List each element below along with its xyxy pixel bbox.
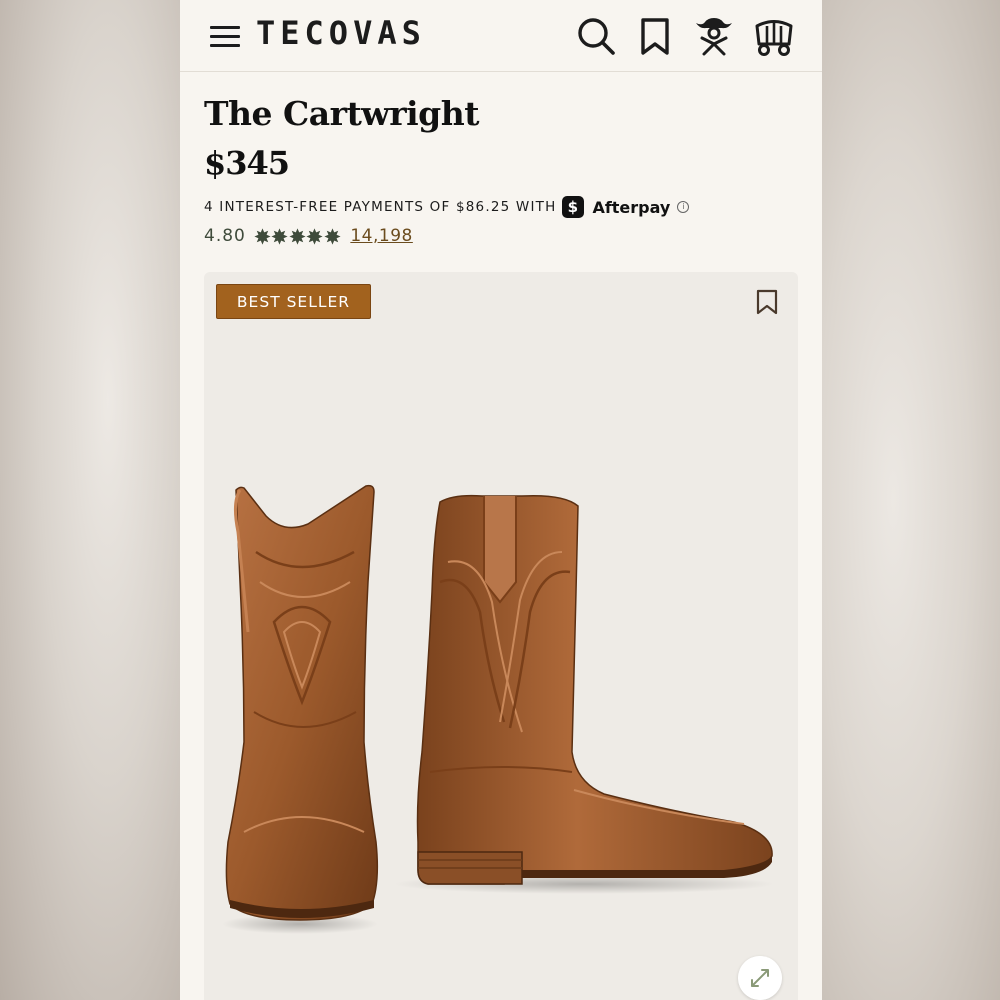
best-seller-badge: BEST SELLER — [216, 284, 371, 319]
search-icon[interactable] — [574, 14, 618, 58]
site-header: TECOVAS — [180, 0, 822, 72]
star-icon — [289, 227, 306, 245]
product-price: $345 — [204, 144, 290, 182]
brand-logo[interactable]: TECOVAS — [256, 14, 426, 52]
afterpay-message: 4 INTEREST-FREE PAYMENTS OF $86.25 WITH … — [204, 196, 690, 218]
review-count-link[interactable]: 14,198 — [350, 226, 412, 246]
boots-product-image — [222, 484, 774, 934]
product-image-gallery[interactable]: BEST SELLER — [204, 272, 798, 1000]
star-icon — [306, 227, 323, 245]
blurred-background-left — [0, 0, 180, 1000]
side-boot — [394, 494, 774, 894]
star-icon — [254, 227, 271, 245]
product-page: TECOVAS The Cartwright $345 4 INTEREST-F… — [180, 0, 822, 1000]
front-boot — [222, 484, 379, 934]
product-title: The Cartwright — [204, 94, 479, 133]
bookmark-icon[interactable] — [754, 288, 780, 316]
rating-row: 4.80 14,198 — [204, 224, 413, 248]
payments-text: 4 INTEREST-FREE PAYMENTS OF $86.25 WITH — [204, 199, 557, 215]
blurred-background-right — [822, 0, 1000, 1000]
rating-value: 4.80 — [204, 226, 246, 246]
account-icon[interactable] — [692, 14, 736, 58]
afterpay-logo-icon: $ — [562, 196, 585, 218]
cart-wagon-icon[interactable] — [752, 14, 796, 58]
afterpay-label: Afterpay — [592, 197, 671, 217]
bookmark-icon[interactable] — [634, 14, 678, 58]
expand-icon[interactable] — [738, 956, 782, 1000]
info-icon[interactable]: i — [677, 201, 690, 213]
hamburger-menu-icon[interactable] — [210, 26, 240, 48]
star-icon — [324, 227, 341, 245]
star-rating — [254, 227, 342, 245]
star-icon — [271, 227, 288, 245]
